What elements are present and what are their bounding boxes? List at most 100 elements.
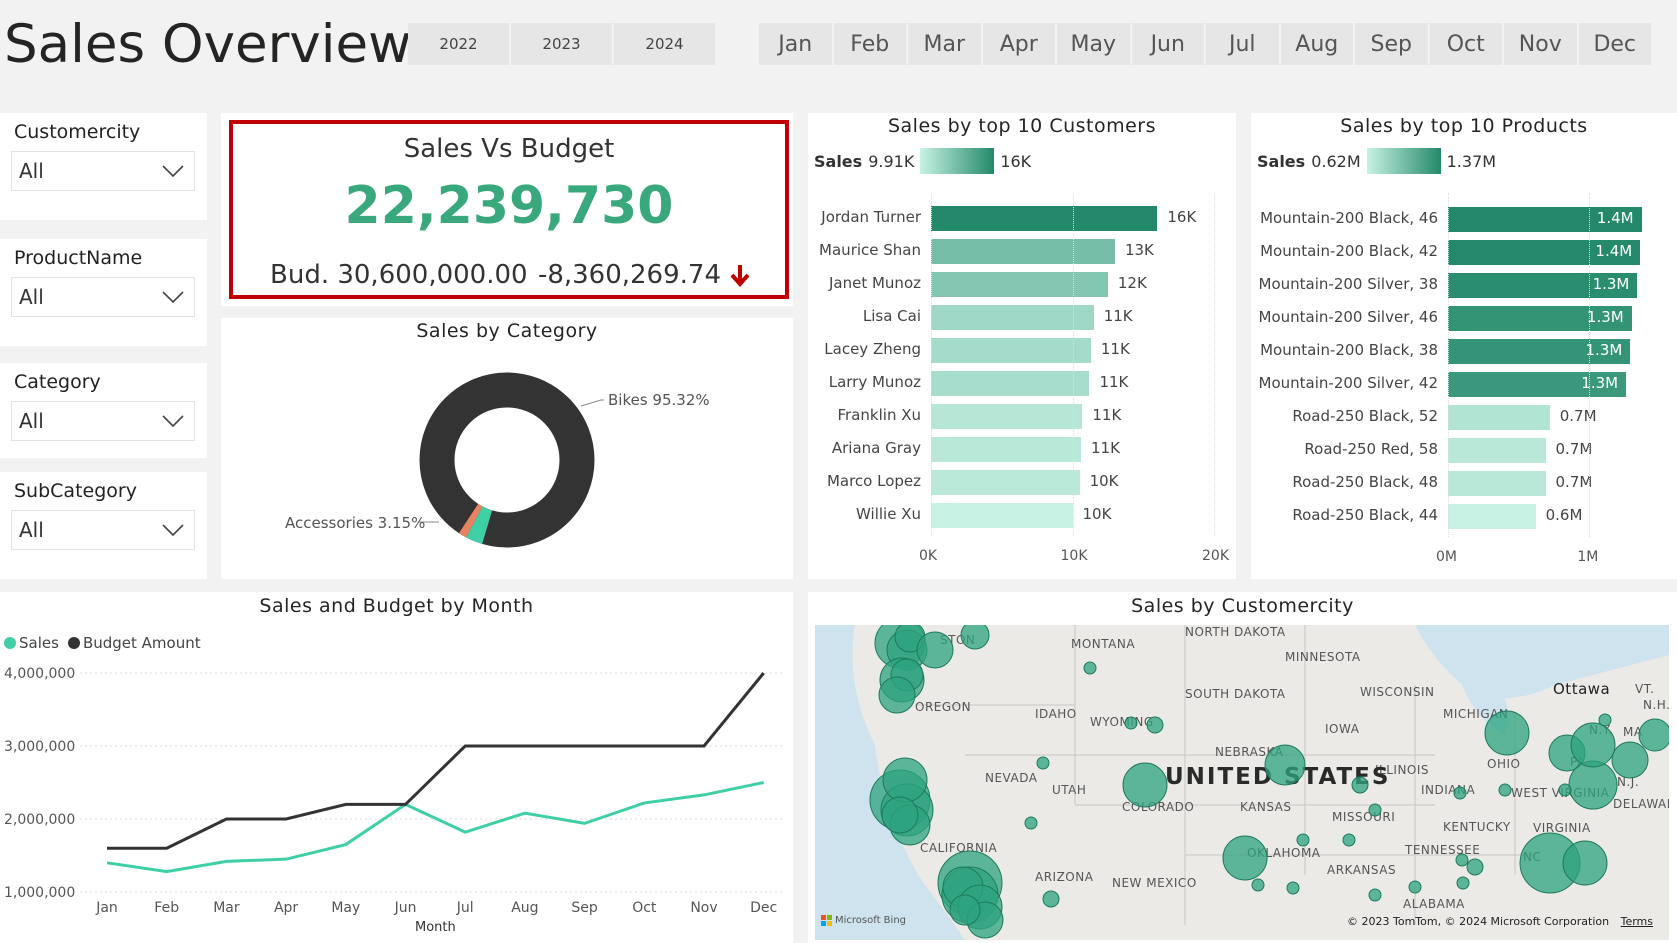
map-bubble[interactable] <box>949 894 981 926</box>
sales-line[interactable] <box>106 781 765 874</box>
bar-data-label: 10K <box>1089 472 1119 490</box>
kpi-card: Sales Vs Budget 22,239,730 Bud. 30,600,0… <box>229 120 789 299</box>
month-button-jun[interactable]: Jun <box>1131 23 1204 65</box>
map-bubble[interactable] <box>1558 783 1572 797</box>
map-bubble[interactable] <box>882 757 928 803</box>
map-bubble[interactable] <box>1286 881 1300 895</box>
map-bubble[interactable] <box>1251 878 1265 892</box>
x-tick-label: Feb <box>154 900 179 916</box>
month-button-may[interactable]: May <box>1057 23 1130 65</box>
line-chart-card: Sales and Budget by Month Sales Budget A… <box>0 592 793 943</box>
bar-data-label: 11K <box>1092 406 1122 424</box>
map-bubble[interactable] <box>1122 762 1168 808</box>
map-bubble[interactable] <box>1368 803 1382 817</box>
bar-category-label: Road-250 Black, 48 <box>1292 473 1438 491</box>
map-bubble[interactable] <box>1024 816 1038 830</box>
map-bubble[interactable] <box>1042 890 1060 908</box>
month-button-oct[interactable]: Oct <box>1429 23 1502 65</box>
bar[interactable] <box>1448 471 1546 496</box>
month-button-feb[interactable]: Feb <box>833 23 906 65</box>
map-bubble[interactable] <box>1570 722 1616 768</box>
month-button-jan[interactable]: Jan <box>759 23 832 65</box>
terms-link[interactable]: Terms <box>1621 915 1653 928</box>
year-button-2024[interactable]: 2024 <box>614 23 715 65</box>
gridline <box>1214 193 1215 536</box>
slicer-label: ProductName <box>14 247 143 269</box>
month-button-dec[interactable]: Dec <box>1578 23 1651 65</box>
map-bubble[interactable] <box>881 796 919 834</box>
map-bubble[interactable] <box>878 676 916 714</box>
bar[interactable] <box>931 404 1083 429</box>
map-bubble[interactable] <box>1296 833 1310 847</box>
bar-category-label: Road-250 Black, 52 <box>1292 407 1438 425</box>
donut-slice-bikes[interactable] <box>419 372 595 548</box>
month-button-apr[interactable]: Apr <box>982 23 1055 65</box>
month-button-aug[interactable]: Aug <box>1280 23 1353 65</box>
month-button-mar[interactable]: Mar <box>908 23 981 65</box>
bar-data-label: 16K <box>1167 208 1197 226</box>
bar[interactable] <box>1448 504 1536 529</box>
year-button-2023[interactable]: 2023 <box>511 23 612 65</box>
map-bubble[interactable] <box>1264 744 1306 786</box>
map-bubble[interactable] <box>1598 713 1612 727</box>
map-bubble[interactable] <box>1083 661 1097 675</box>
kpi-difference-value: -8,360,269.74 <box>537 260 721 290</box>
month-button-sep[interactable]: Sep <box>1355 23 1428 65</box>
bar[interactable] <box>931 371 1090 396</box>
bar[interactable] <box>931 470 1080 495</box>
kpi-title: Sales Vs Budget <box>403 134 615 164</box>
bar-category-label: Mountain-200 Black, 46 <box>1260 209 1438 227</box>
bar[interactable] <box>1448 438 1546 463</box>
product-bar-chart: Mountain-200 Black, 46 1.4M Mountain-200 B… <box>1251 113 1677 579</box>
map-bubble[interactable] <box>1036 756 1050 770</box>
customer-city-map[interactable]: MONTANA NORTH DAKOTA MINNESOTA OREGON IDAHO W… <box>815 625 1669 940</box>
bar[interactable] <box>1448 405 1550 430</box>
map-bubble[interactable] <box>1456 876 1470 890</box>
chevron-down-icon <box>162 165 184 178</box>
map-bubble[interactable] <box>1351 776 1369 794</box>
map-bubble[interactable] <box>1455 853 1469 867</box>
map-bubble[interactable] <box>1466 858 1484 876</box>
customercity-dropdown[interactable]: All <box>11 151 195 191</box>
month-button-jul[interactable]: Jul <box>1206 23 1279 65</box>
bar[interactable] <box>931 239 1115 264</box>
gridline <box>1448 193 1449 537</box>
map-bubble[interactable] <box>916 631 954 669</box>
map-bubble[interactable] <box>1368 888 1382 902</box>
map-bubble[interactable] <box>1222 835 1268 881</box>
month-button-nov[interactable]: Nov <box>1504 23 1577 65</box>
map-bubble[interactable] <box>1408 880 1422 894</box>
map-bubble[interactable] <box>1342 833 1356 847</box>
year-button-2022[interactable]: 2022 <box>408 23 509 65</box>
bar-category-label: Ariana Gray <box>831 439 921 457</box>
x-tick-label: 0K <box>919 548 938 564</box>
map-bubble[interactable] <box>1498 783 1512 797</box>
bar[interactable] <box>931 305 1094 330</box>
map-bubble[interactable] <box>1146 716 1164 734</box>
bar-category-label: Franklin Xu <box>837 406 921 424</box>
map-bubble[interactable] <box>1638 718 1669 752</box>
donut-slice-accessories[interactable] <box>466 506 493 544</box>
map-bubble[interactable] <box>1562 840 1608 886</box>
category-dropdown[interactable]: All <box>11 401 195 441</box>
bar-data-label: 1.3M <box>1586 308 1624 326</box>
productname-dropdown[interactable]: All <box>11 277 195 317</box>
arrow-down-icon <box>730 265 750 287</box>
year-slicer: 2022 2023 2024 <box>408 23 715 65</box>
budget-line[interactable] <box>107 672 765 850</box>
bar[interactable] <box>931 437 1081 462</box>
map-bubble[interactable] <box>1453 786 1467 800</box>
map-bubble[interactable] <box>1568 760 1618 810</box>
bar[interactable] <box>931 503 1073 528</box>
subcategory-dropdown[interactable]: All <box>11 510 195 550</box>
bar[interactable] <box>931 338 1091 363</box>
map-bubble[interactable] <box>1484 710 1530 756</box>
donut-slice-clothing[interactable] <box>458 503 483 538</box>
map-bubble[interactable] <box>960 625 990 650</box>
bar[interactable] <box>931 206 1158 231</box>
y-tick-label: 1,000,000 <box>4 885 75 901</box>
map-bubble[interactable] <box>1611 741 1649 779</box>
bar[interactable] <box>931 272 1108 297</box>
x-tick-label: 0M <box>1436 549 1457 565</box>
map-bubble[interactable] <box>1124 716 1138 730</box>
